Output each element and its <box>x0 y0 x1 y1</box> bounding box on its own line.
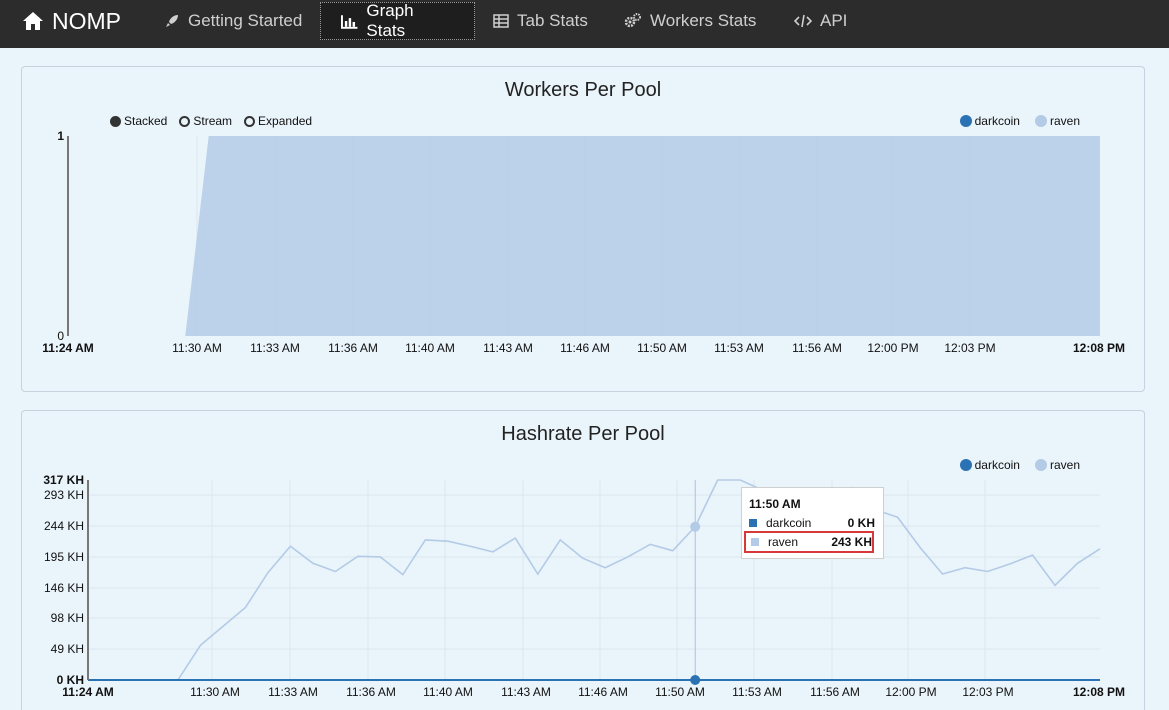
hover-point-darkcoin <box>690 675 701 685</box>
nav-label: Graph Stats <box>366 1 414 40</box>
x-tick-label: 11:43 AM <box>501 685 551 699</box>
top-navbar: NOMP Getting Started Graph Stats Tab Sta… <box>0 0 1169 48</box>
x-tick-label: 11:33 AM <box>268 685 318 699</box>
x-tick-label: 11:24 AM <box>42 341 94 355</box>
x-tick-label: 11:30 AM <box>190 685 240 699</box>
x-tick-label: 11:53 AM <box>732 685 782 699</box>
x-tick-label: 12:08 PM <box>1073 685 1125 699</box>
brand-link[interactable]: NOMP <box>22 0 121 42</box>
y-tick-label: 244 KH <box>44 519 84 533</box>
tooltip-series-value: 0 KH <box>847 516 875 530</box>
series-swatch-icon <box>751 538 759 546</box>
x-tick-label: 12:00 PM <box>885 685 936 699</box>
nav-workers-stats[interactable]: Workers Stats <box>604 2 776 40</box>
x-tick-label: 11:46 AM <box>560 341 610 355</box>
x-tick-label: 12:00 PM <box>867 341 918 355</box>
x-tick-label: 11:40 AM <box>423 685 473 699</box>
nav-tab-stats[interactable]: Tab Stats <box>473 2 608 40</box>
home-icon <box>23 12 43 30</box>
y-tick-label: 98 KH <box>51 611 84 625</box>
table-icon <box>493 14 509 28</box>
hashrate-chart[interactable]: 0 KH 49 KH 98 KH 146 KH 195 KH 244 KH 293 KH31… <box>22 411 1146 710</box>
nav-label: Workers Stats <box>650 11 757 30</box>
bar-chart-icon <box>341 14 358 29</box>
x-tick-label: 11:40 AM <box>405 341 455 355</box>
gears-icon <box>624 13 641 28</box>
y-tick-label: 195 KH <box>44 550 84 564</box>
x-tick-label: 11:50 AM <box>655 685 705 699</box>
x-tick-label: 12:08 PM <box>1073 341 1125 355</box>
hashrate-per-pool-panel: Hashrate Per Pool darkcoin raven 0 KH 49 … <box>21 410 1145 710</box>
x-tick-label: 11:53 AM <box>714 341 764 355</box>
tooltip-series-name: raven <box>768 535 799 549</box>
tooltip-series-name: darkcoin <box>766 516 812 530</box>
nav-label: Getting Started <box>188 11 303 30</box>
chart-tooltip: 11:50 AM darkcoin 0 KH raven 243 KH <box>741 487 884 559</box>
y-tick-label: 1 <box>57 129 64 143</box>
workers-per-pool-panel: Workers Per Pool Stacked Stream Expanded… <box>21 66 1145 392</box>
y-tick-label: 293 KH <box>44 488 84 502</box>
y-tick-label: 317 KH <box>43 473 84 487</box>
nav-label: API <box>820 11 848 30</box>
x-tick-label: 11:24 AM <box>62 685 114 699</box>
x-tick-label: 11:36 AM <box>346 685 396 699</box>
x-tick-label: 11:50 AM <box>637 341 687 355</box>
y-tick-label: 49 KH <box>51 642 84 656</box>
x-tick-label: 12:03 PM <box>962 685 1013 699</box>
x-tick-label: 11:46 AM <box>578 685 628 699</box>
tooltip-time: 11:50 AM <box>749 497 801 511</box>
nav-api[interactable]: API <box>774 2 867 40</box>
brand-name: NOMP <box>52 7 121 34</box>
y-tick-label: 146 KH <box>44 581 84 595</box>
workers-chart[interactable]: 1011:24 AM 11:30 AM 11:33 AM 11:36 AM 11:40 … <box>22 67 1146 393</box>
line-series-raven <box>88 479 1101 681</box>
x-tick-label: 11:56 AM <box>792 341 842 355</box>
area-series-raven <box>68 136 1100 336</box>
nav-graph-stats[interactable]: Graph Stats <box>320 1 475 40</box>
x-tick-label: 11:30 AM <box>172 341 222 355</box>
x-tick-label: 11:36 AM <box>328 341 378 355</box>
hover-point-raven <box>690 521 701 532</box>
nav-getting-started[interactable]: Getting Started <box>144 2 322 40</box>
x-tick-label: 11:56 AM <box>810 685 860 699</box>
nav-label: Tab Stats <box>517 11 588 30</box>
tooltip-series-value: 243 KH <box>831 535 872 549</box>
x-tick-label: 11:33 AM <box>250 341 300 355</box>
tooltip-row-darkcoin: darkcoin 0 KH <box>749 514 875 532</box>
rocket-icon <box>166 15 178 27</box>
x-tick-label: 11:43 AM <box>483 341 533 355</box>
x-tick-label: 12:03 PM <box>944 341 995 355</box>
series-swatch-icon <box>749 519 757 527</box>
tooltip-row-raven-highlighted: raven 243 KH <box>744 531 874 553</box>
code-icon <box>794 14 812 28</box>
